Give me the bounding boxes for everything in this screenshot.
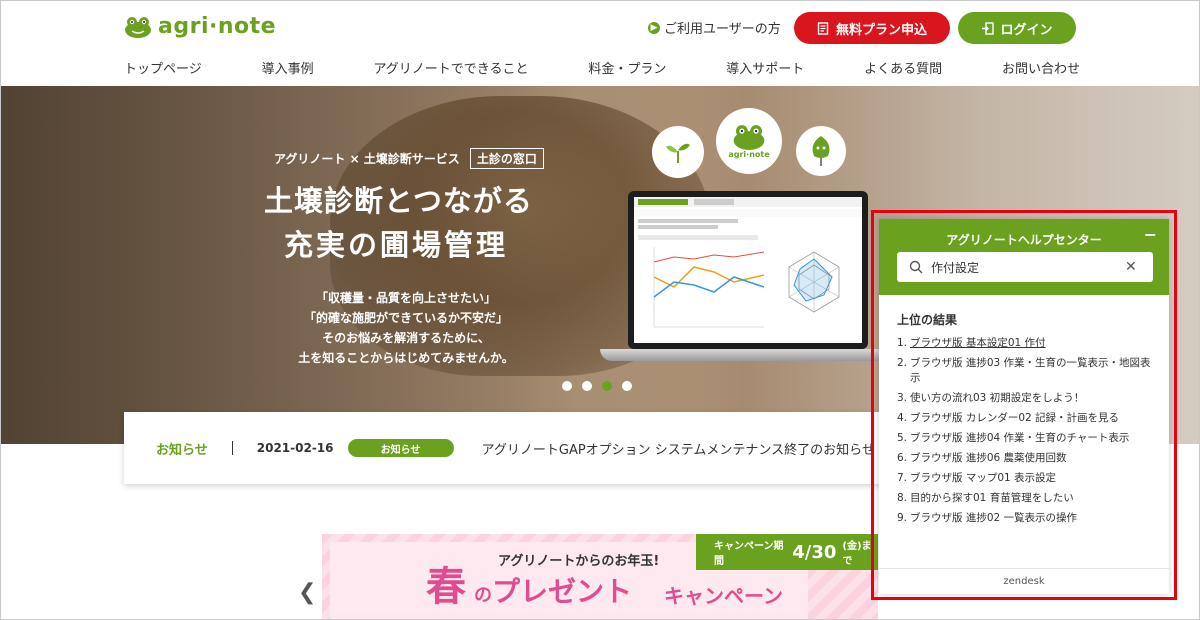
result-item-label: 目的から探す01 育苗管理をしたい [910,492,1074,504]
main-nav: トップページ 導入事例 アグリノートでできること 料金・プラン 導入サポート よ… [124,58,1080,77]
campaign-period-label: キャンペーン期間 [714,541,784,567]
news-divider [231,441,233,455]
result-item-label: ブラウザ版 基本設定01 作付 [910,337,1046,349]
hero-body: 「収穫量・品質を向上させたい」 「的確な施肥ができているか不安だ」 そのお悩みを… [276,288,536,368]
result-item[interactable]: 7. ブラウザ版 マップ01 表示設定 [897,471,1151,486]
result-item-label: ブラウザ版 進捗03 作業・生育の一覧表示・地図表示 [910,357,1151,384]
help-header: アグリノートヘルプセンター − ✕ [879,219,1169,295]
nav-item-contact[interactable]: お問い合わせ [1002,58,1080,77]
leaf-character-icon [812,136,830,166]
free-plan-button[interactable]: 無料プラン申込 [794,12,950,44]
slider-dots [562,381,632,391]
result-item[interactable]: 9. ブラウザ版 進捗02 一覧表示の操作 [897,511,1151,526]
campaign-period-tag: キャンペーン期間 4/30 (金)まで [696,534,878,570]
user-link-label: ご利用ユーザーの方 [664,22,781,37]
help-results: 上位の結果 1. ブラウザ版 基本設定01 作付 2. ブラウザ版 進捗03 作業・… [879,295,1169,526]
hero-title-line1: 土壌診断とつながる [264,184,533,218]
help-search-box: ✕ [897,252,1153,282]
result-item[interactable]: 2. ブラウザ版 進捗03 作業・生育の一覧表示・地図表示 [897,356,1151,386]
result-item-label: 使い方の流れ03 初期設定をしよう！ [910,392,1085,404]
login-icon [982,21,995,35]
news-link[interactable]: アグリノートGAPオプション システムメンテナンス終了のお知らせ [482,439,875,458]
nav-item-top[interactable]: トップページ [124,58,202,77]
result-item-label: ブラウザ版 進捗06 農薬使用回数 [910,452,1067,464]
minimize-icon[interactable]: − [1144,225,1157,244]
free-plan-label: 無料プラン申込 [835,22,927,38]
sprout-logo-bubble [652,126,704,178]
document-icon [817,21,829,35]
result-item[interactable]: 6. ブラウザ版 進捗06 農薬使用回数 [897,451,1151,466]
news-label: お知らせ [156,442,208,458]
slider-dot-1[interactable] [562,381,572,391]
hero-body-line3: そのお悩みを解消するために、 [322,331,490,345]
help-title: アグリノートヘルプセンター [946,233,1102,247]
laptop-base [600,349,896,361]
search-icon [909,260,923,274]
result-item[interactable]: 1. ブラウザ版 基本設定01 作付 [897,336,1151,351]
result-item-label: ブラウザ版 進捗04 作業・生育のチャート表示 [910,432,1130,444]
campaign-period-suffix: (金)まで [842,541,872,567]
user-link[interactable]: ▶ ご利用ユーザーの方 [648,18,781,37]
chevron-left-icon[interactable]: ❮ [298,580,316,605]
clear-icon[interactable]: ✕ [1125,259,1137,275]
hero-body-line1: 「収穫量・品質を向上させたい」 [315,291,496,305]
hero-subtitle-text: アグリノート × 土壌診断サービス [274,152,460,166]
campaign-period-date: 4/30 [792,541,837,563]
results-heading: 上位の結果 [897,313,958,327]
frog-icon [733,124,765,150]
banner-main-text: プレゼント [492,575,633,608]
sprout-icon [666,143,690,163]
slider-dot-2[interactable] [582,381,592,391]
login-label: ログイン [1000,22,1053,38]
news-badge: お知らせ [347,439,454,457]
result-item-label: ブラウザ版 進捗02 一覧表示の操作 [910,512,1078,524]
app-screenshot [634,197,862,343]
frog-logo-icon [125,16,151,38]
nav-item-pricing[interactable]: 料金・プラン [588,58,666,77]
hero-subtitle: アグリノート × 土壌診断サービス 土診の窓口 [274,148,544,169]
banner-main: のプレゼント [474,570,632,610]
result-item[interactable]: 8. 目的から探す01 育苗管理をしたい [897,491,1151,506]
nav-item-cases[interactable]: 導入事例 [262,58,314,77]
agrinote-bubble: agri·note [716,108,782,174]
slider-dot-4[interactable] [622,381,632,391]
banner-no: の [474,585,492,606]
hero-title-line2: 充実の圃場管理 [284,228,509,262]
result-item-label: ブラウザ版 マップ01 表示設定 [910,472,1057,484]
logo[interactable]: agri·note [124,14,276,39]
laptop-screen [628,191,868,349]
hero-tag: 土診の窓口 [469,148,544,169]
nav-item-faq[interactable]: よくある質問 [864,58,942,77]
zendesk-footer[interactable]: zendesk [879,568,1169,594]
login-button[interactable]: ログイン [958,12,1076,44]
slider-dot-3[interactable] [602,381,612,391]
hero-body-line4: 土を知ることからはじめてみませんか。 [298,351,514,365]
bubble-agrinote-text: agri·note [728,149,770,159]
nav-item-features[interactable]: アグリノートでできること [373,58,528,77]
result-item-label: ブラウザ版 カレンダー02 記録・計画を見る [910,412,1120,424]
logo-text: agri·note [158,14,277,39]
result-item[interactable]: 3. 使い方の流れ03 初期設定をしよう！ [897,391,1151,406]
site-header: agri·note ▶ ご利用ユーザーの方 無料プラン申込 ログイン トップペー… [0,0,1200,86]
result-item[interactable]: 5. ブラウザ版 進捗04 作業・生育のチャート表示 [897,431,1151,446]
banner-subtitle: アグリノートからのお年玉! [498,554,660,569]
hero-body-line2: 「的確な施肥ができているか不安だ」 [303,311,508,325]
app-screenshot-graphic [634,197,862,328]
help-search-input[interactable] [931,260,1121,274]
banner-campaign: キャンペーン [664,584,783,608]
banner-haru: 春 [426,563,466,610]
nav-item-support[interactable]: 導入サポート [726,58,804,77]
help-center-widget: アグリノートヘルプセンター − ✕ 上位の結果 1.ブラウザ版 基本設定01 作… [879,219,1169,594]
news-date: 2021-02-16 [256,441,334,455]
arrow-right-icon: ▶ [648,21,660,34]
leaf-character-bubble [796,126,846,176]
news-bar: お知らせ 2021-02-16 お知らせ アグリノートGAPオプション システム… [124,412,900,484]
results-list: 1. ブラウザ版 基本設定01 作付 2. ブラウザ版 進捗03 作業・生育の一覧表… [897,336,1151,526]
result-item[interactable]: 4. ブラウザ版 カレンダー02 記録・計画を見る [897,411,1151,426]
